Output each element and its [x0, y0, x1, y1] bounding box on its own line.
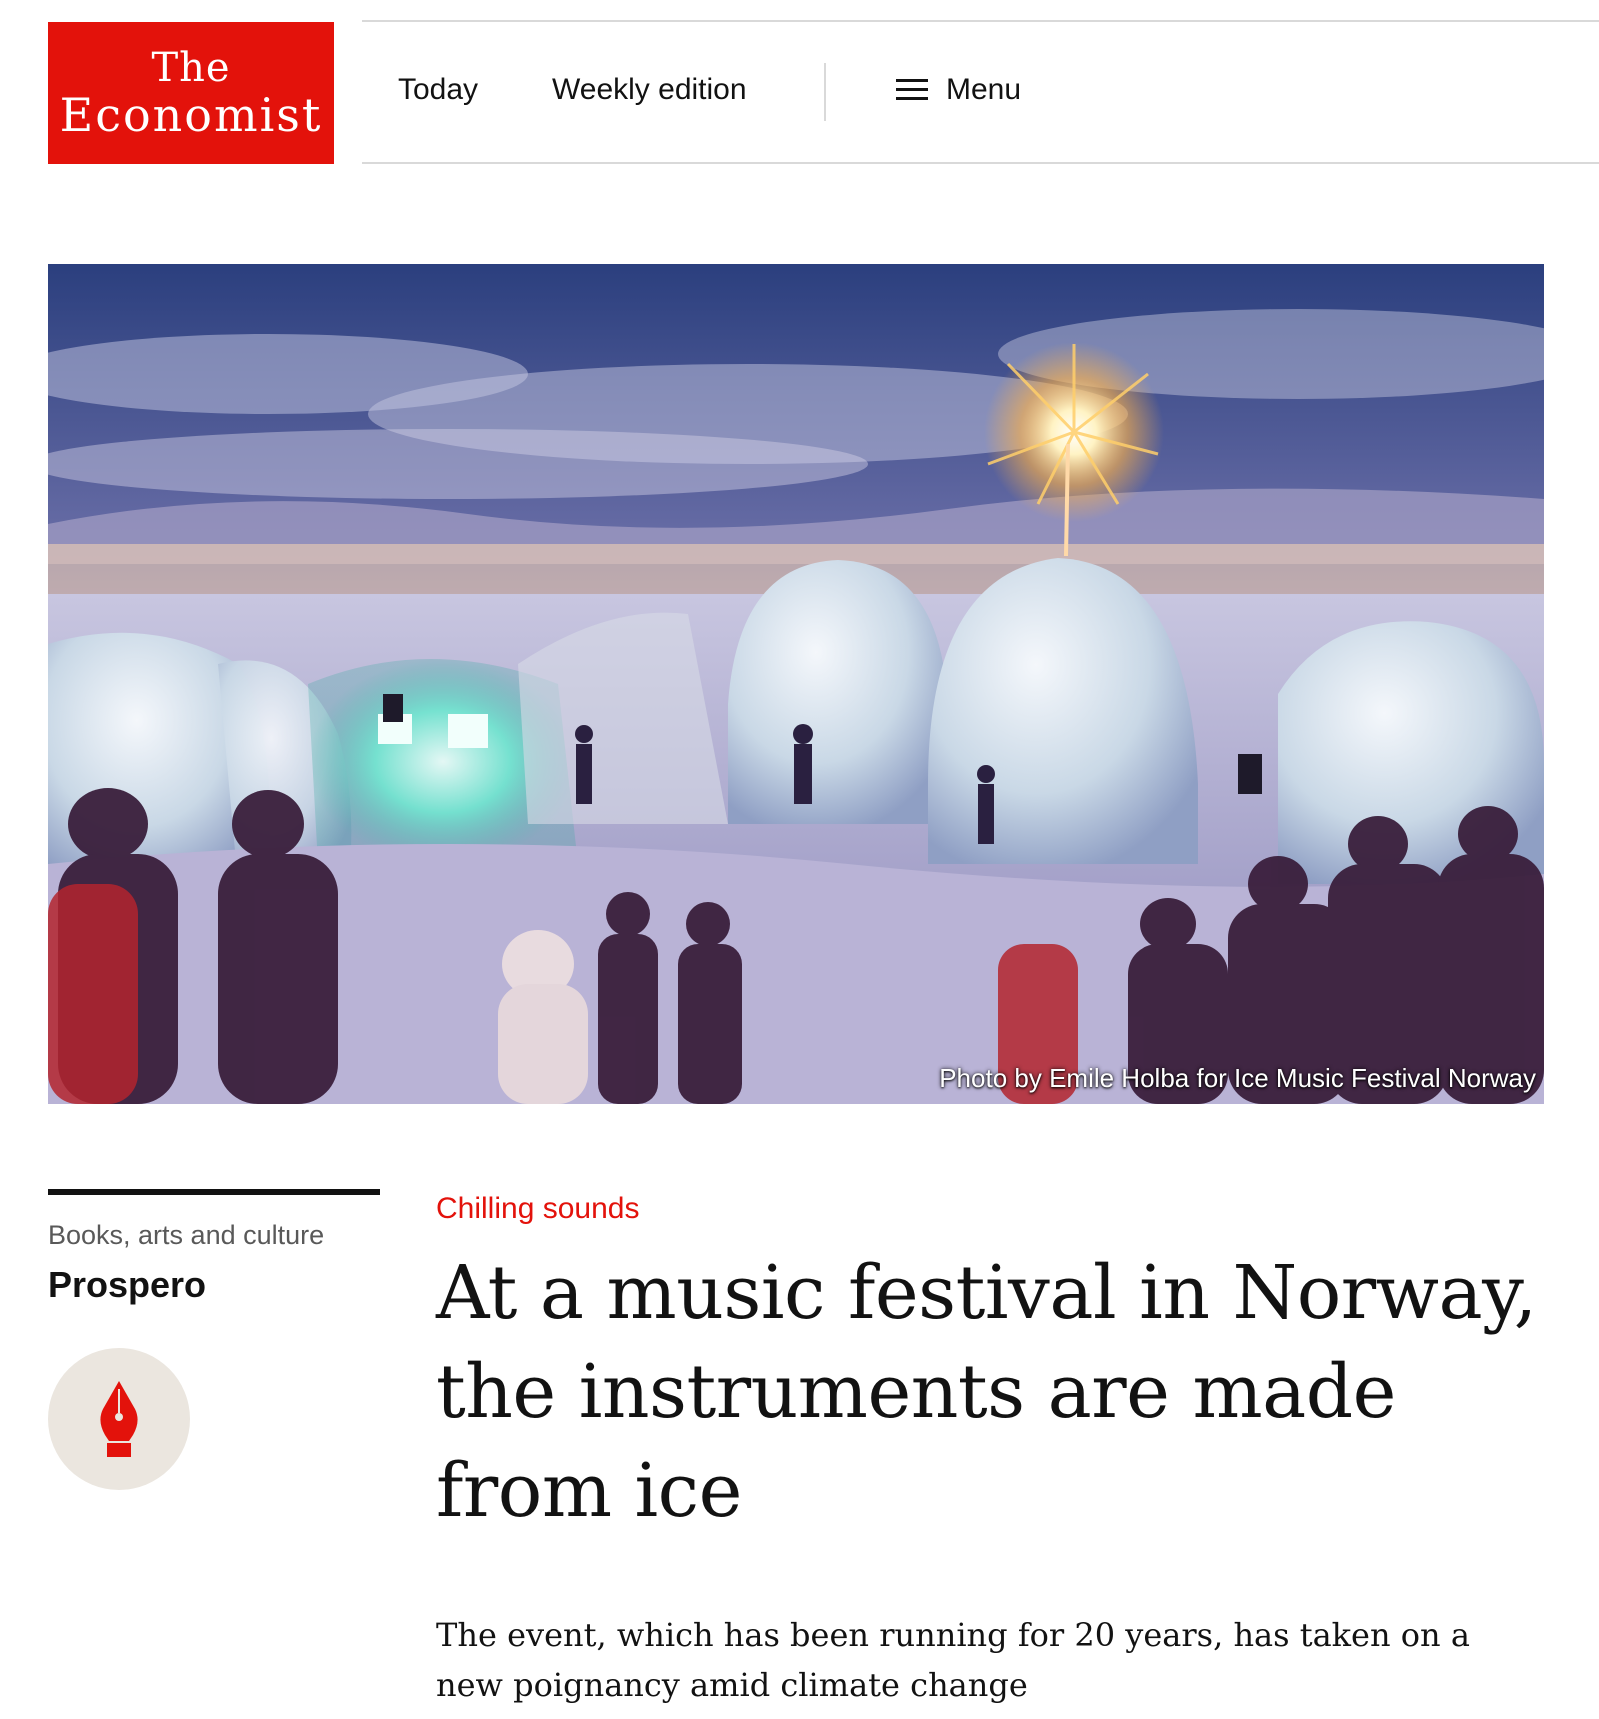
header-top-rule [362, 20, 1599, 22]
fountain-pen-nib-icon [100, 1381, 138, 1457]
logo-line-1: The [151, 45, 231, 91]
section-rule [48, 1189, 380, 1195]
column-link[interactable]: Prospero [48, 1264, 206, 1306]
article-standfirst: The event, which has been running for 20… [436, 1616, 1470, 1704]
nav-weekly-edition-link[interactable]: Weekly edition [552, 64, 747, 116]
nav-divider [824, 63, 826, 121]
menu-button[interactable]: Menu [896, 64, 1021, 116]
menu-label: Menu [946, 73, 1022, 106]
header-bottom-rule [362, 162, 1599, 164]
nav-today-link[interactable]: Today [398, 64, 478, 116]
logo-line-2: Economist [59, 88, 323, 142]
economist-logo[interactable]: The Economist [48, 22, 334, 164]
column-badge [48, 1348, 190, 1490]
photo-caption: Photo by Emile Holba for Ice Music Festi… [939, 1063, 1536, 1093]
section-link[interactable]: Books, arts and culture [48, 1220, 324, 1251]
hamburger-menu-icon [896, 79, 928, 101]
article-rubric: Chilling sounds [436, 1192, 640, 1225]
article-headline: At a music festival in Norway, the instr… [436, 1250, 1537, 1534]
ice-festival-photo [48, 264, 1544, 1104]
hero-image: Photo by Emile Holba for Ice Music Festi… [48, 264, 1544, 1104]
